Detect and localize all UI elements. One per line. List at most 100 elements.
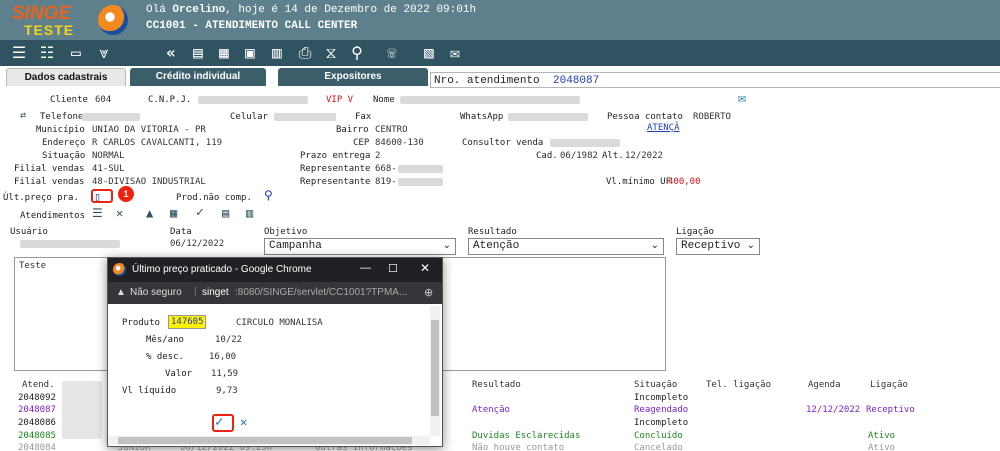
- list-icon[interactable]: ☰: [92, 206, 103, 220]
- vl-liquido-label: Vl líquido: [122, 386, 177, 396]
- copy-icon[interactable]: ▤: [222, 206, 229, 220]
- calendar-icon[interactable]: ▥: [246, 206, 253, 220]
- cnpj-redacted: [198, 96, 308, 104]
- forms-icon[interactable]: ▧: [418, 43, 440, 63]
- row-ligacao: Ativo: [868, 431, 896, 441]
- produto-name: CIRCULO MONALISA: [236, 318, 323, 328]
- row-situacao: Incompleto: [634, 418, 689, 428]
- cep-label: CEP: [353, 138, 370, 148]
- desc-value: 16,00: [209, 352, 237, 362]
- prod-nao-comp-label: Prod.não comp.: [176, 193, 252, 203]
- tab-credito-individual[interactable]: Crédito individual: [130, 68, 266, 86]
- nome-redacted: [400, 96, 580, 104]
- fax-label: Fax: [355, 112, 372, 122]
- step-badge: 1: [118, 186, 134, 202]
- list-icon[interactable]: ☰: [8, 43, 30, 63]
- scrollbar-thumb[interactable]: [431, 320, 439, 416]
- maximize-icon[interactable]: ☐: [388, 262, 398, 275]
- cep-value: 84600-130: [375, 138, 424, 148]
- municipio-label: Município: [36, 125, 85, 135]
- row-ligacao: Receptivo: [866, 405, 915, 415]
- close-icon[interactable]: ✕: [420, 261, 430, 275]
- atencao-link[interactable]: ATENÇÃ: [647, 123, 680, 133]
- objetivo-select[interactable]: Campanha ⌄: [264, 238, 456, 255]
- row-resultado: Duvidas Esclarecidas: [472, 431, 581, 441]
- module-title: CC1001 - ATENDIMENTO CALL CENTER: [146, 20, 358, 32]
- row-atend: 2048085: [18, 431, 56, 441]
- col-tel-ligacao: Tel. ligação: [706, 380, 772, 390]
- ultimo-preco-popup: Último preço praticado - Google Chrome —…: [107, 257, 443, 447]
- bairro-value: CENTRO: [375, 125, 408, 135]
- clipboard-icon[interactable]: ▤: [188, 43, 208, 63]
- mesano-value: 10/22: [215, 335, 243, 345]
- refresh-icon[interactable]: ⇄: [20, 110, 26, 121]
- cad-label: Cad.: [536, 151, 558, 161]
- confirm-check-icon[interactable]: ✓: [215, 414, 223, 430]
- check-icon[interactable]: ✓: [196, 205, 204, 220]
- cad-value: 06/1982: [560, 151, 598, 161]
- ligacao-select[interactable]: Receptivo ⌄: [676, 238, 760, 255]
- app-header: SINGE TESTE Olá Orcelino, hoje é 14 de D…: [0, 0, 1000, 40]
- popup-address-bar[interactable]: ▲ Não seguro | singet :8080/SINGE/servle…: [108, 282, 442, 304]
- chevron-down-icon: ⌄: [746, 241, 755, 252]
- vl-minimo-value: 400,00: [668, 177, 701, 187]
- minimize-icon[interactable]: —: [360, 262, 371, 274]
- filial-vendas-2-label: Filial vendas: [14, 177, 85, 187]
- search-icon[interactable]: ⚲: [264, 188, 273, 202]
- representante-value: 668-: [375, 164, 397, 174]
- pessoa-contato-value: ROBERTO: [693, 112, 731, 122]
- row-situacao: Concluído: [634, 431, 683, 441]
- nro-atendimento-value: 2048087: [553, 75, 600, 87]
- calendar-icon[interactable]: ▦: [214, 43, 234, 63]
- prazo-entrega-value: 2: [375, 151, 381, 161]
- filter-icon[interactable]: ⧖: [320, 43, 342, 63]
- consultor-redacted: [550, 139, 620, 147]
- email-icon[interactable]: ✉: [738, 91, 746, 106]
- highlight-box: [91, 189, 113, 203]
- search-icon[interactable]: ⚲: [346, 43, 368, 63]
- list-check-icon[interactable]: ☷: [36, 43, 58, 63]
- email-icon[interactable]: ✉: [444, 43, 466, 63]
- valor-label: Valor: [165, 369, 193, 379]
- bar-chart-icon[interactable]: ▥: [266, 43, 288, 63]
- row-situacao: Reagendado: [634, 405, 689, 415]
- resultado-select[interactable]: Atenção ⌄: [468, 238, 664, 255]
- endereco-label: Endereço: [42, 138, 86, 148]
- usuario-redacted: [20, 240, 120, 248]
- document-icon[interactable]: ▣: [240, 43, 260, 63]
- col-ligacao: Ligação: [870, 380, 908, 390]
- filial-vendas-value: 41-SUL: [92, 164, 125, 174]
- telefone-label: Telefone: [40, 112, 84, 122]
- objetivo-label: Objetivo: [264, 227, 308, 237]
- greeting-text: Olá Orcelino, hoje é 14 de Dezembro de 2…: [146, 4, 477, 16]
- row-atend: 2048087: [18, 405, 56, 415]
- close-icon[interactable]: ✕: [116, 206, 123, 220]
- cancel-close-icon[interactable]: ✕: [240, 415, 247, 429]
- tab-expositores[interactable]: Expositores: [278, 68, 428, 86]
- chevron-down-double-icon[interactable]: ⩔: [92, 43, 116, 63]
- alt-label: Alt.: [602, 151, 624, 161]
- celular-label: Celular: [230, 112, 268, 122]
- printer-icon[interactable]: ⎙: [294, 43, 316, 63]
- scrollbar-thumb[interactable]: [118, 437, 412, 444]
- representante-2-redacted: [398, 178, 443, 186]
- back-icon[interactable]: «: [160, 43, 182, 63]
- phone-icon[interactable]: ☏: [372, 43, 412, 63]
- row-resultado: Atenção: [472, 405, 510, 415]
- popup-horizontal-scrollbar[interactable]: [108, 436, 430, 445]
- situacao-value: NORMAL: [92, 151, 125, 161]
- calculator-icon[interactable]: ▦: [170, 206, 177, 220]
- screen-icon[interactable]: ▭: [64, 43, 88, 63]
- zoom-icon[interactable]: ⊕: [424, 286, 433, 299]
- tab-dados-cadastrais[interactable]: Dados cadastrais: [6, 68, 126, 86]
- whatsapp-label: WhatsApp: [460, 112, 504, 122]
- produto-code-field[interactable]: 147605: [168, 315, 206, 329]
- row-atend: 2048092: [18, 393, 56, 403]
- row-atend: 2048086: [18, 418, 56, 428]
- atendimentos-label: Atendimentos: [20, 211, 86, 221]
- url-rest: :8080/SINGE/servlet/CC1001?TPMA...: [235, 287, 408, 298]
- row-resultado: Não houve contato: [472, 443, 565, 451]
- popup-vertical-scrollbar[interactable]: [430, 306, 440, 436]
- thumbs-up-icon[interactable]: ▲: [146, 206, 153, 220]
- data-value: 06/12/2022: [170, 239, 225, 249]
